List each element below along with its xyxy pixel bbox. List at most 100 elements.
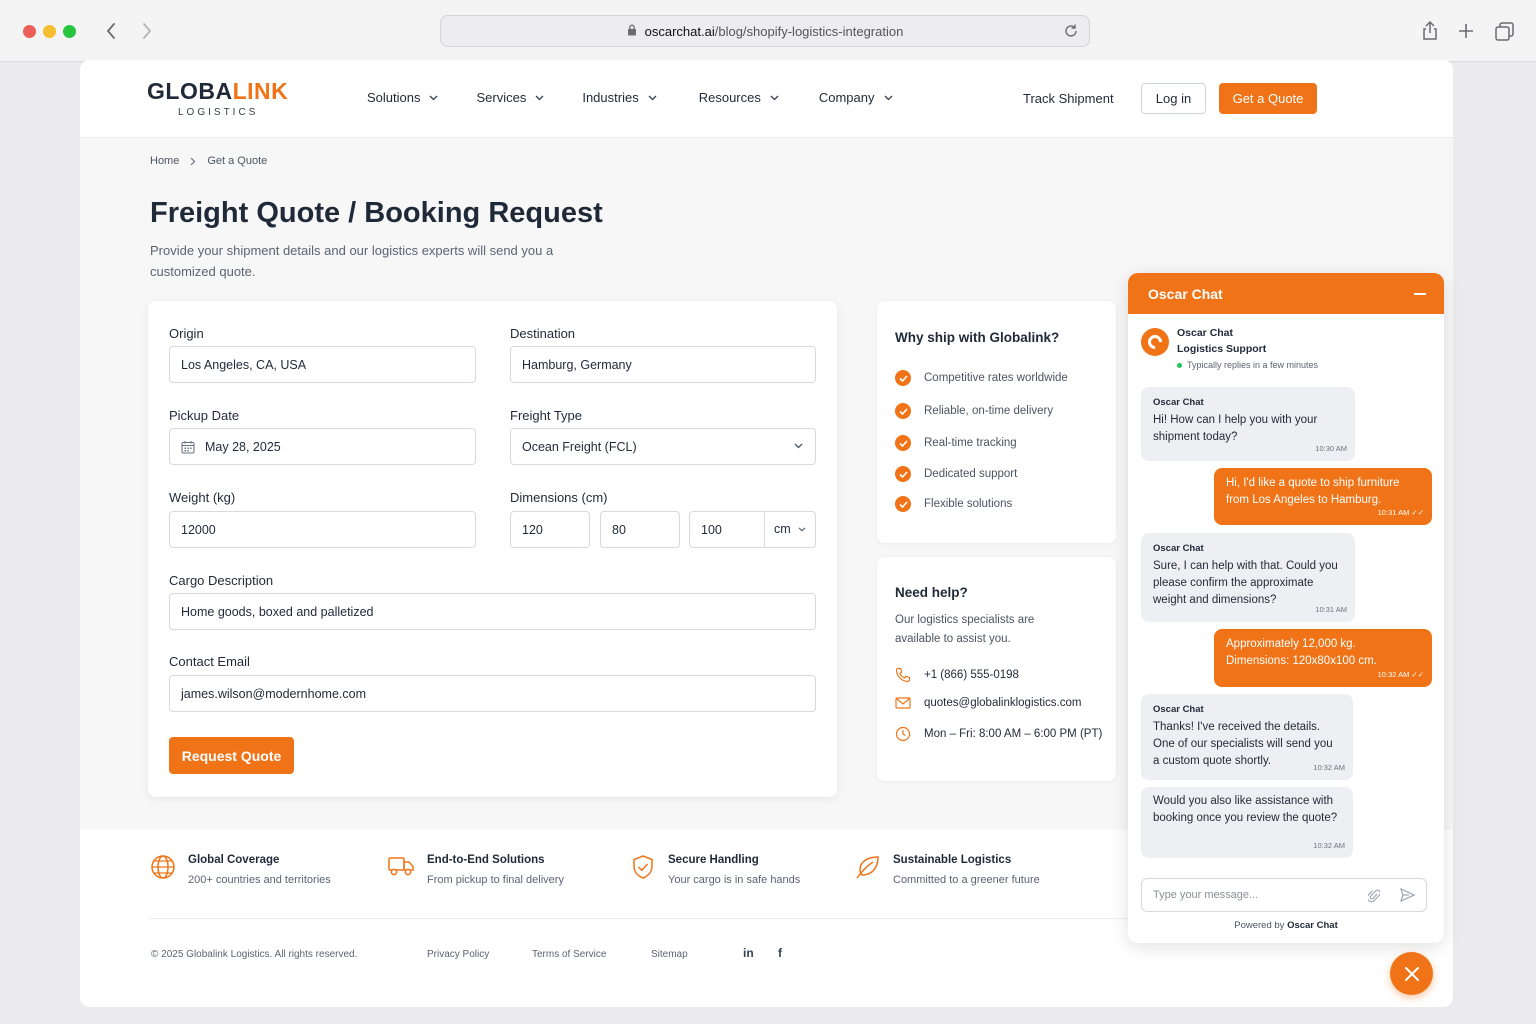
chat-message-input[interactable]: Type your message...: [1141, 878, 1427, 912]
reload-icon[interactable]: [1063, 23, 1079, 42]
dimension-unit-select[interactable]: cm: [774, 522, 806, 536]
main-nav: Solutions Services Industries Resources …: [367, 90, 893, 105]
message-text: Would you also like assistance with book…: [1153, 795, 1338, 824]
destination-label: Destination: [510, 326, 576, 341]
minimize-icon[interactable]: [1414, 293, 1426, 295]
address-bar[interactable]: oscarchat.ai/blog/shopify-logistics-inte…: [440, 15, 1090, 47]
dimension-width-value: 80: [612, 522, 626, 537]
chevron-right-icon: [190, 157, 196, 165]
dimension-length-field[interactable]: 120: [510, 511, 590, 548]
get-quote-button[interactable]: Get a Quote: [1219, 83, 1317, 114]
check-icon: [895, 496, 911, 512]
chat-title: Oscar Chat: [1148, 286, 1223, 302]
message-sender: Oscar Chat: [1153, 543, 1204, 554]
share-icon[interactable]: [1418, 19, 1442, 43]
globalink-logo[interactable]: GLOBALINK LOGISTICS: [147, 78, 288, 118]
dimension-length-value: 120: [522, 522, 543, 537]
check-icon: [895, 466, 911, 482]
phone-contact[interactable]: +1 (866) 555-0198: [895, 667, 1019, 683]
agent-avatar: [1141, 328, 1169, 356]
dimensions-label: Dimensions (cm): [510, 490, 608, 505]
request-quote-button[interactable]: Request Quote: [169, 737, 294, 774]
breadcrumb-home[interactable]: Home: [150, 155, 179, 167]
pickup-date-label: Pickup Date: [169, 408, 240, 423]
chat-header: Oscar Chat: [1128, 273, 1444, 314]
breadcrumb-current: Get a Quote: [207, 155, 268, 167]
truck-icon: [388, 857, 414, 876]
chat-message: Approximately 12,000 kg. Dimensions: 120…: [1214, 629, 1432, 687]
pickup-date-field[interactable]: May 28, 2025: [169, 428, 476, 465]
chevron-down-icon: [884, 95, 892, 100]
why-item-label: Real-time tracking: [924, 437, 1017, 449]
site-header: GLOBALINK LOGISTICS Solutions Services I…: [80, 60, 1453, 138]
chat-widget: Oscar Chat Oscar Chat Logistics Support …: [1128, 273, 1444, 943]
feature-title: Sustainable Logistics: [893, 854, 1012, 866]
logo-subtitle: LOGISTICS: [178, 107, 259, 118]
browser-toolbar: oscarchat.ai/blog/shopify-logistics-inte…: [0, 0, 1536, 62]
sitemap-link[interactable]: Sitemap: [651, 949, 688, 960]
back-icon[interactable]: [98, 18, 124, 44]
privacy-link[interactable]: Privacy Policy: [427, 949, 489, 960]
weight-field[interactable]: 12000: [169, 511, 476, 548]
shield-icon: [633, 855, 653, 879]
dimension-height-field[interactable]: 100 cm: [689, 511, 816, 548]
status-text: Typically replies in a few minutes: [1187, 360, 1319, 370]
linkedin-icon[interactable]: in: [743, 946, 754, 960]
powered-brand[interactable]: Oscar Chat: [1287, 920, 1338, 931]
pickup-date-value: May 28, 2025: [205, 439, 281, 454]
weight-value: 12000: [181, 522, 216, 537]
nav-resources[interactable]: Resources: [699, 90, 779, 105]
login-button[interactable]: Log in: [1141, 83, 1206, 114]
email-address: quotes@globalinklogistics.com: [924, 697, 1082, 709]
freight-type-select[interactable]: Ocean Freight (FCL): [510, 428, 816, 465]
nav-solutions[interactable]: Solutions: [367, 90, 438, 105]
facebook-icon[interactable]: f: [778, 946, 782, 960]
track-shipment-link[interactable]: Track Shipment: [1023, 91, 1114, 106]
feature-subtitle: From pickup to final delivery: [427, 874, 564, 886]
copyright: © 2025 Globalink Logistics. All rights r…: [151, 949, 358, 960]
feature-subtitle: Your cargo is in safe hands: [668, 874, 801, 886]
unit-divider: [764, 512, 765, 547]
freight-type-label: Freight Type: [510, 408, 583, 423]
message-time: 10:31 AM ✓✓: [1377, 508, 1424, 517]
weight-label: Weight (kg): [169, 490, 236, 505]
logo-text-part2: LINK: [232, 78, 289, 104]
feature-end-to-end: End-to-End Solutions From pickup to final…: [387, 854, 564, 886]
origin-field[interactable]: Los Angeles, CA, USA: [169, 346, 476, 383]
maximize-window-button[interactable]: [63, 25, 76, 38]
chevron-down-icon: [798, 526, 805, 532]
paperclip-icon[interactable]: [1368, 888, 1380, 903]
message-time: 10:31 AM: [1315, 605, 1347, 614]
nav-services[interactable]: Services: [476, 90, 544, 105]
freight-type-value: Ocean Freight (FCL): [522, 439, 637, 454]
nav-label: Services: [476, 90, 527, 105]
close-window-button[interactable]: [23, 25, 36, 38]
new-tab-icon[interactable]: [1454, 19, 1478, 43]
tabs-overview-icon[interactable]: [1492, 19, 1516, 43]
cargo-description-label: Cargo Description: [169, 573, 274, 588]
breadcrumb: Home Get a Quote: [150, 155, 267, 167]
chat-message: Would you also like assistance with book…: [1141, 787, 1353, 858]
nav-label: Solutions: [367, 90, 421, 105]
chat-message: Oscar Chat Sure, I can help with that. C…: [1141, 533, 1355, 622]
terms-link[interactable]: Terms of Service: [532, 949, 606, 960]
message-time: 10:32 AM: [1313, 763, 1345, 772]
cargo-description-field[interactable]: Home goods, boxed and palletized: [169, 593, 816, 630]
chat-message: Oscar Chat Thanks! I've received the det…: [1141, 694, 1353, 780]
nav-industries[interactable]: Industries: [582, 90, 657, 105]
feature-sustainable: Sustainable Logistics Committed to a gree…: [855, 854, 1040, 886]
why-item-label: Reliable, on-time delivery: [924, 405, 1054, 417]
forward-icon[interactable]: [134, 18, 160, 44]
close-chat-button[interactable]: [1390, 952, 1433, 995]
why-item-label: Flexible solutions: [924, 498, 1013, 510]
nav-label: Resources: [698, 90, 761, 105]
chat-message: Oscar Chat Hi! How can I help you with y…: [1141, 387, 1355, 461]
nav-company[interactable]: Company: [819, 90, 893, 105]
destination-field[interactable]: Hamburg, Germany: [510, 346, 816, 383]
email-contact[interactable]: quotes@globalinklogistics.com: [895, 697, 1081, 709]
dimension-width-field[interactable]: 80: [600, 511, 680, 548]
send-icon[interactable]: [1400, 888, 1415, 902]
contact-email-field[interactable]: james.wilson@modernhome.com: [169, 675, 816, 712]
minimize-window-button[interactable]: [43, 25, 56, 38]
quote-form: Origin Los Angeles, CA, USA Destination …: [148, 301, 837, 797]
